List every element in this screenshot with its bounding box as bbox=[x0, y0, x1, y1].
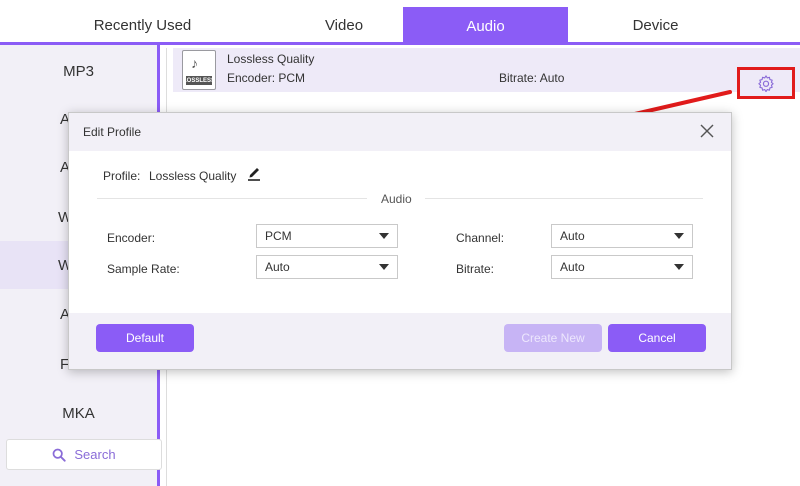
sample-rate-value: Auto bbox=[265, 260, 290, 274]
profile-row-encoder: Encoder: PCM bbox=[227, 71, 306, 85]
chevron-down-icon bbox=[379, 233, 389, 239]
sample-rate-select[interactable]: Auto bbox=[256, 255, 398, 279]
profile-row-bitrate: Bitrate: Auto bbox=[499, 71, 565, 85]
section-divider-right bbox=[425, 198, 703, 199]
chevron-down-icon bbox=[674, 233, 684, 239]
bitrate-select[interactable]: Auto bbox=[551, 255, 693, 279]
music-note-icon: ♪ bbox=[191, 55, 198, 71]
channel-select[interactable]: Auto bbox=[551, 224, 693, 248]
profile-row-lossless[interactable]: ♪ LOSSLESS Lossless Quality Encoder: PCM… bbox=[173, 48, 800, 99]
search-icon bbox=[53, 448, 67, 462]
sidebar-item-mka[interactable]: MKA bbox=[0, 389, 157, 437]
edit-pencil-icon[interactable] bbox=[247, 165, 261, 181]
tab-device[interactable]: Device bbox=[568, 6, 743, 45]
profile-name: Lossless Quality bbox=[149, 169, 237, 183]
chevron-down-icon bbox=[379, 264, 389, 270]
default-button[interactable]: Default bbox=[96, 324, 194, 352]
channel-label: Channel: bbox=[456, 231, 505, 245]
tab-video[interactable]: Video bbox=[285, 6, 403, 45]
encoder-select[interactable]: PCM bbox=[256, 224, 398, 248]
lossless-audio-file-icon: ♪ LOSSLESS bbox=[182, 50, 216, 90]
dialog-body: Profile: Lossless Quality Audio Encoder:… bbox=[81, 151, 721, 313]
section-divider-left bbox=[97, 198, 367, 199]
file-icon-badge: LOSSLESS bbox=[183, 76, 216, 85]
format-tab-bar: Recently Used Video Audio Device bbox=[0, 0, 800, 45]
bitrate-value: Auto bbox=[560, 260, 585, 274]
dialog-footer: Default Create New Cancel bbox=[69, 313, 731, 369]
profile-settings-button[interactable] bbox=[737, 67, 795, 99]
tab-audio[interactable]: Audio bbox=[403, 7, 568, 45]
bitrate-label: Bitrate: bbox=[456, 262, 495, 276]
search-label: Search bbox=[74, 447, 116, 462]
profile-row-title: Lossless Quality bbox=[227, 52, 315, 66]
close-button[interactable] bbox=[699, 123, 715, 139]
create-new-button[interactable]: Create New bbox=[504, 324, 602, 352]
profile-label: Profile: bbox=[103, 169, 141, 183]
sidebar-item-mp3[interactable]: MP3 bbox=[0, 47, 157, 95]
cancel-button[interactable]: Cancel bbox=[608, 324, 706, 352]
edit-profile-dialog: Edit Profile Profile: Lossless Quality A… bbox=[68, 112, 732, 370]
gear-icon bbox=[758, 75, 774, 92]
chevron-down-icon bbox=[674, 264, 684, 270]
encoder-value: PCM bbox=[265, 229, 292, 243]
search-box[interactable]: Search bbox=[6, 439, 162, 470]
dialog-header: Edit Profile bbox=[69, 113, 731, 151]
dialog-title: Edit Profile bbox=[83, 125, 142, 139]
close-icon bbox=[700, 124, 714, 138]
tab-recently-used[interactable]: Recently Used bbox=[0, 6, 285, 45]
sample-rate-label: Sample Rate: bbox=[107, 262, 180, 276]
channel-value: Auto bbox=[560, 229, 585, 243]
encoder-label: Encoder: bbox=[107, 231, 156, 245]
audio-section-title: Audio bbox=[381, 192, 412, 206]
